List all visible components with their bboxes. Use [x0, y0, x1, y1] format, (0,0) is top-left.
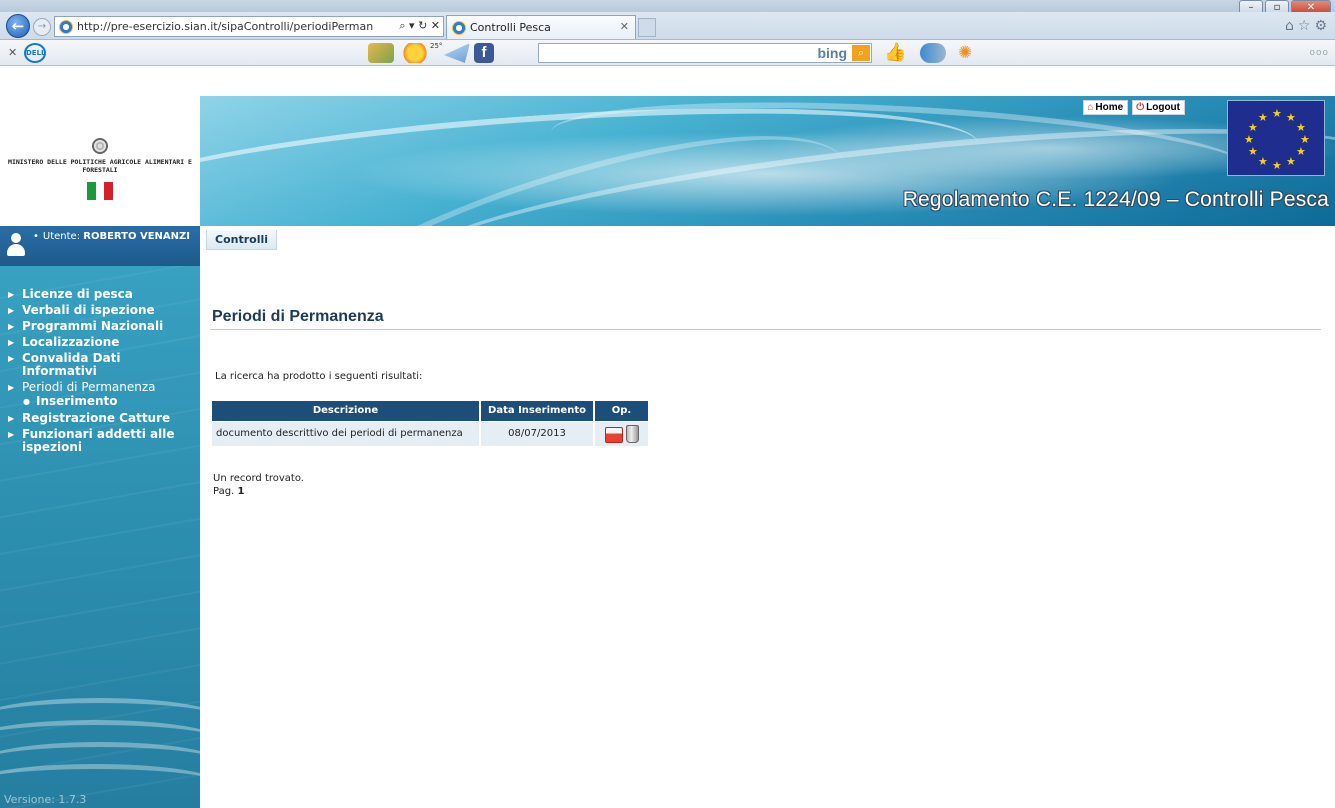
results-table: Descrizione Data Inserimento Op. documen… — [212, 401, 648, 446]
eu-flag: ★ ★ ★ ★ ★ ★ ★ ★ ★ ★ ★ ★ — [1227, 100, 1325, 176]
cell-op — [594, 420, 648, 446]
like-icon[interactable]: 👍 — [884, 43, 908, 63]
bing-search-icon[interactable]: ⌕ — [852, 45, 870, 61]
toolbar-close-icon[interactable]: ✕ — [8, 46, 17, 59]
logout-icon: ⏻ — [1136, 102, 1145, 113]
sparkle-icon[interactable]: ✺ — [958, 43, 984, 63]
pager-label: Pag. — [213, 486, 235, 497]
sidebar-menu: Licenze di pesca Verbali di ispezione Pr… — [0, 286, 200, 455]
tab-title: Controlli Pesca — [470, 21, 551, 34]
user-box: • Utente: ROBERTO VENANZI — [0, 226, 200, 266]
header-links: ⌂ Home ⏻ Logout — [1083, 100, 1185, 115]
pager: Pag. 1 — [213, 486, 244, 497]
dell-toolbar: ✕ DELL 25° f bing ⌕ 👍 ✺ ooo — [0, 40, 1335, 66]
sidebar-item-programmi[interactable]: Programmi Nazionali — [8, 318, 200, 334]
tab-close-icon[interactable]: ✕ — [620, 20, 629, 33]
page-title: Periodi di Permanenza — [212, 308, 384, 325]
version-label: Versione: 1.7.3 — [4, 793, 87, 806]
games-icon[interactable] — [368, 43, 394, 63]
address-controls[interactable]: ⌕ ▾ ↻ ✕ — [396, 19, 440, 33]
title-divider — [210, 329, 1321, 330]
pdf-icon[interactable] — [604, 426, 623, 443]
browser-tab[interactable]: Controlli Pesca ✕ — [446, 15, 636, 39]
weather-icon[interactable] — [402, 43, 428, 63]
sidebar-item-licenze[interactable]: Licenze di pesca — [8, 286, 200, 302]
italian-flag — [87, 182, 114, 200]
ie-icon — [59, 19, 73, 34]
main-content: Controlli Periodi di Permanenza La ricer… — [200, 226, 1335, 808]
header-banner: ⌂ Home ⏻ Logout ★ ★ ★ ★ ★ ★ ★ ★ ★ ★ ★ ★ Re… — [200, 96, 1335, 226]
column-header-data[interactable]: Data Inserimento — [480, 401, 595, 421]
trash-icon[interactable] — [625, 424, 639, 443]
browser-nav-bar: ← → http://pre-esercizio.sian.it/sipaCon… — [0, 12, 1335, 40]
sidebar-item-verbali[interactable]: Verbali di ispezione — [8, 302, 200, 318]
ministry-logo-block: MINISTERO DELLE POLITICHE AGRICOLE ALIME… — [0, 96, 200, 226]
user-name: ROBERTO VENANZI — [83, 231, 191, 242]
home-link[interactable]: ⌂ Home — [1083, 100, 1129, 115]
cell-data: 08/07/2013 — [480, 420, 595, 446]
home-link-label: Home — [1095, 102, 1124, 113]
address-url[interactable]: http://pre-esercizio.sian.it/sipaControl… — [77, 20, 373, 33]
column-header-descrizione[interactable]: Descrizione — [212, 401, 481, 421]
logout-link[interactable]: ⏻ Logout — [1132, 100, 1185, 115]
toolbar-search-input[interactable]: bing ⌕ — [538, 43, 872, 63]
bing-logo: bing — [817, 45, 847, 61]
user-icon — [5, 231, 27, 257]
mail-icon[interactable] — [444, 43, 470, 63]
ministry-name: MINISTERO DELLE POLITICHE AGRICOLE ALIME… — [8, 158, 192, 174]
facebook-icon[interactable]: f — [474, 43, 494, 63]
pager-current-page[interactable]: 1 — [237, 486, 244, 497]
dell-icon[interactable]: DELL — [24, 43, 46, 63]
home-icon: ⌂ — [1087, 102, 1094, 113]
site-title: Regolamento C.E. 1224/09 – Controlli Pes… — [902, 188, 1329, 211]
back-arrow-icon[interactable]: ← — [6, 14, 30, 38]
table-row: documento descrittivo dei periodi di per… — [212, 420, 648, 446]
address-bar[interactable]: http://pre-esercizio.sian.it/sipaControl… — [54, 16, 444, 37]
column-header-op: Op. — [594, 401, 648, 421]
window-title-bar: – ▫ ✕ — [0, 0, 1335, 16]
sidebar: •Utente: ROBERTO VENANZI Licenze di pesc… — [0, 226, 200, 808]
toolbar-more-icon[interactable]: ooo — [1309, 48, 1329, 58]
sidebar-item-convalida[interactable]: Convalida Dati Informativi — [8, 350, 148, 379]
video-icon[interactable] — [920, 43, 946, 63]
sidebar-item-periodi[interactable]: Periodi di Permanenza — [8, 379, 200, 395]
forward-arrow-icon[interactable]: → — [33, 18, 51, 36]
site-header: MINISTERO DELLE POLITICHE AGRICOLE ALIME… — [0, 96, 1335, 226]
tab-ie-icon — [452, 20, 466, 35]
record-count: Un record trovato. — [213, 473, 304, 484]
weather-temp: 25° — [430, 42, 443, 50]
browser-right-icons[interactable]: ⌂☆⚙ — [1285, 18, 1331, 34]
user-info: • Utente: ROBERTO VENANZI — [33, 231, 191, 242]
fish-decoration — [0, 688, 200, 808]
result-message: La ricerca ha prodotto i seguenti risult… — [215, 371, 423, 382]
sidebar-item-registrazione[interactable]: Registrazione Catture — [8, 410, 200, 426]
logout-link-label: Logout — [1146, 102, 1180, 113]
table-header-row: Descrizione Data Inserimento Op. — [212, 401, 648, 421]
emblem-icon — [92, 138, 108, 154]
tab-controlli[interactable]: Controlli — [206, 230, 278, 250]
user-label: Utente: — [42, 231, 81, 242]
sidebar-item-localizzazione[interactable]: Localizzazione — [8, 334, 200, 350]
new-tab-button[interactable] — [638, 18, 656, 37]
sidebar-item-funzionari[interactable]: Funzionari addetti alle ispezioni — [8, 426, 188, 455]
sidebar-subitem-inserimento[interactable]: Inserimento — [8, 395, 200, 410]
cell-descrizione: documento descrittivo dei periodi di per… — [212, 420, 481, 446]
